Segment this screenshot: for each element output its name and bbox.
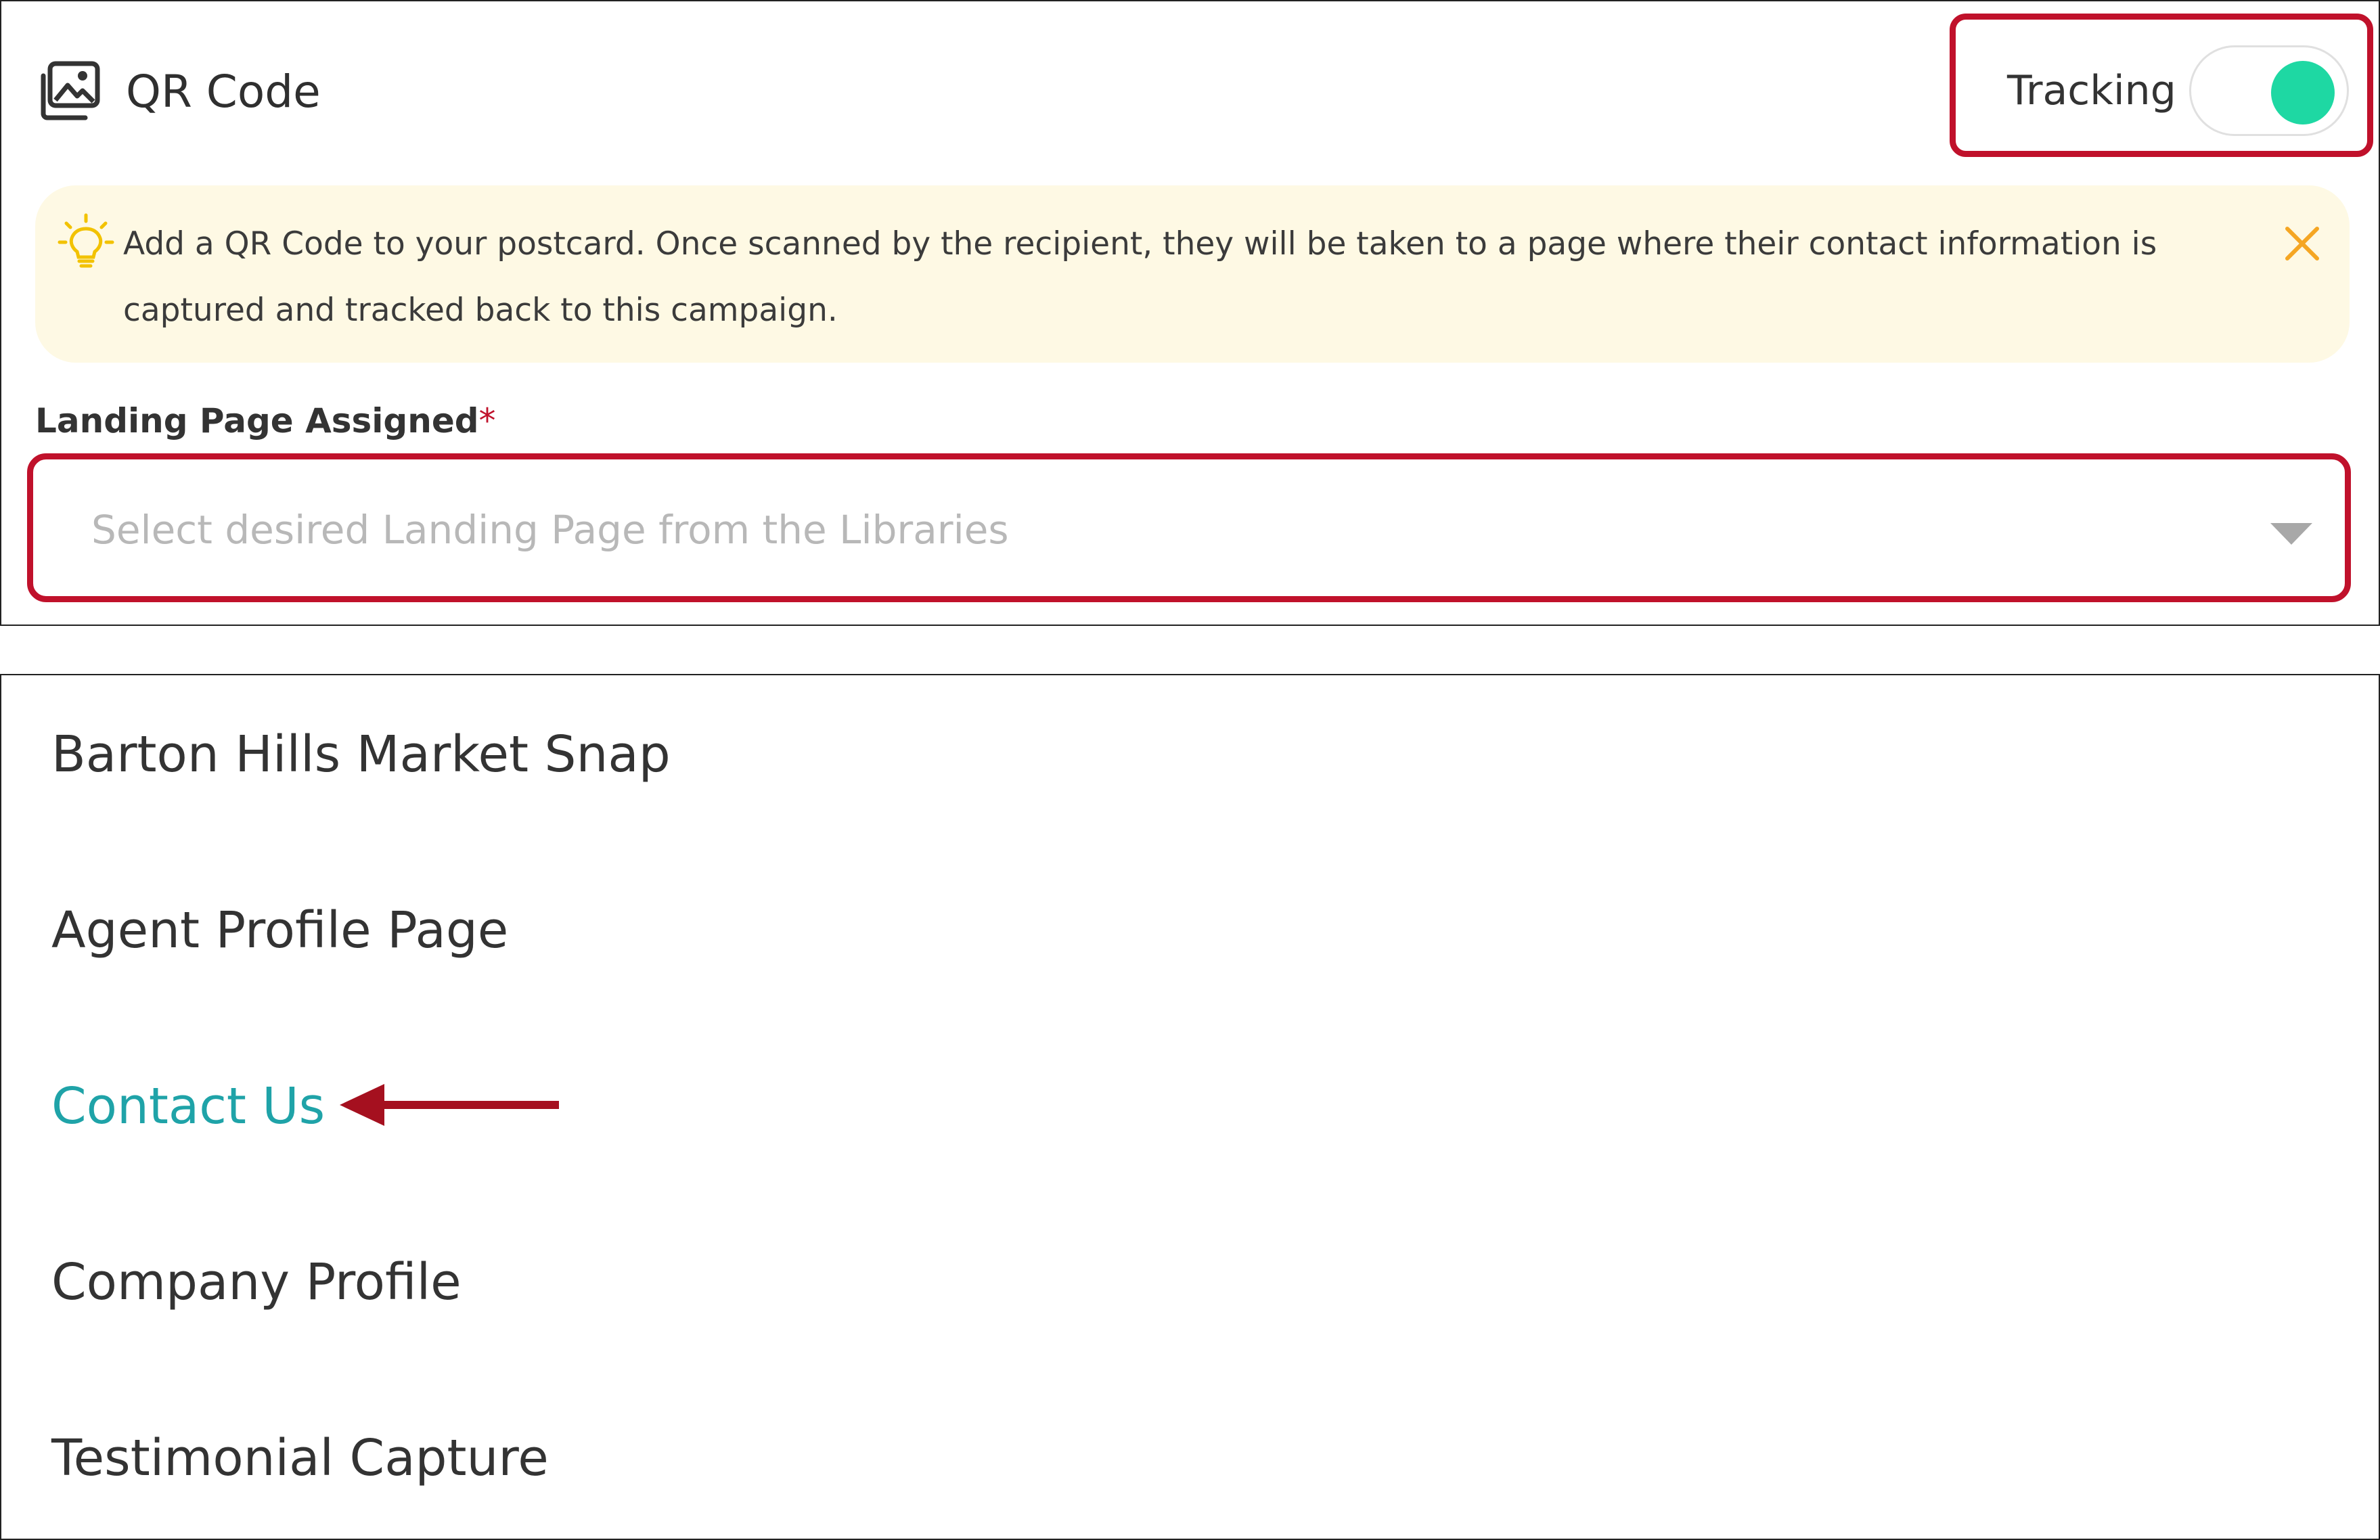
landing-page-select[interactable]: Select desired Landing Page from the Lib… — [27, 453, 2351, 602]
caret-down-icon[interactable] — [2268, 520, 2315, 547]
tracking-label: Tracking — [2007, 67, 2176, 114]
landing-page-select-placeholder: Select desired Landing Page from the Lib… — [91, 507, 1009, 553]
option-barton-hills-market-snap[interactable]: Barton Hills Market Snap — [51, 717, 671, 792]
left-arrow-icon — [340, 1081, 563, 1129]
landing-page-label: Landing Page Assigned* — [35, 394, 496, 448]
option-testimonial-capture[interactable]: Testimonial Capture — [51, 1421, 549, 1495]
required-mark: * — [478, 401, 496, 440]
landing-page-options-list: Barton Hills Market Snap Agent Profile P… — [0, 674, 2380, 1540]
info-banner-text: Add a QR Code to your postcard. Once sca… — [123, 225, 2157, 329]
lightbulb-icon — [57, 212, 115, 271]
close-icon[interactable] — [2283, 225, 2321, 263]
option-company-profile[interactable]: Company Profile — [51, 1245, 462, 1319]
info-banner: Add a QR Code to your postcard. Once sca… — [35, 185, 2350, 363]
image-icon — [38, 61, 102, 122]
landing-page-label-text: Landing Page Assigned — [35, 401, 479, 440]
qr-code-panel: QR Code Tracking Add a QR Code to your p… — [0, 0, 2380, 626]
panel-title: QR Code — [126, 66, 321, 118]
option-agent-profile-page[interactable]: Agent Profile Page — [51, 893, 508, 968]
tracking-toggle[interactable] — [2189, 45, 2349, 136]
option-contact-us[interactable]: Contact Us — [51, 1069, 325, 1143]
toggle-knob — [2271, 61, 2335, 124]
